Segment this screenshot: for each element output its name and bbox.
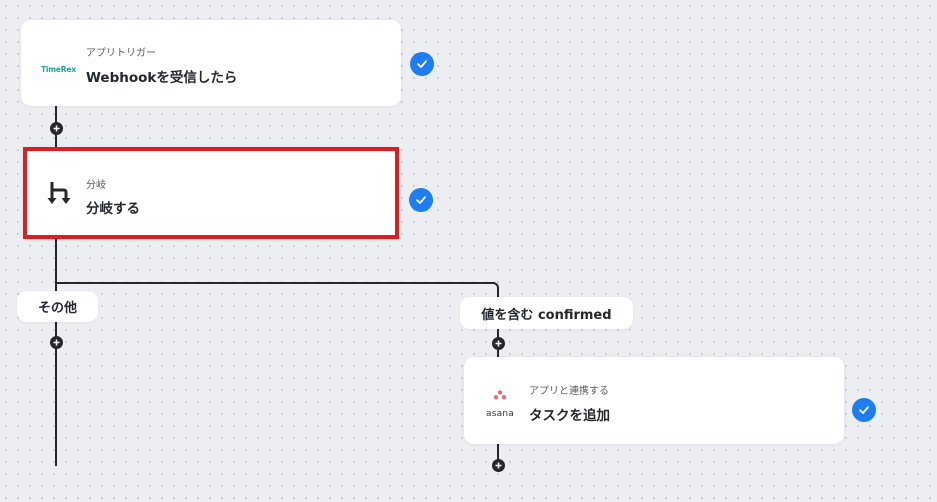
trigger-status-check-icon bbox=[410, 52, 434, 76]
trigger-title: Webhookを受信したら bbox=[86, 70, 238, 86]
asana-logo-text: asana bbox=[486, 409, 514, 419]
connector-branch-horizontal bbox=[55, 282, 495, 284]
branch-label-other[interactable]: その他 bbox=[17, 291, 98, 322]
branch-subtitle: 分岐 bbox=[86, 180, 106, 191]
add-step-plus-icon[interactable] bbox=[50, 122, 63, 135]
trigger-subtitle: アプリトリガー bbox=[86, 48, 156, 59]
action-title: タスクを追加 bbox=[529, 408, 610, 424]
add-step-after-action-plus-icon[interactable] bbox=[492, 459, 505, 472]
branch-label-contains-confirmed[interactable]: 値を含む confirmed bbox=[460, 297, 633, 329]
asana-logo: asana bbox=[482, 390, 518, 420]
branch-step-card[interactable]: 分岐 分岐する bbox=[23, 147, 399, 239]
timerex-logo: TimeRex bbox=[41, 57, 76, 76]
action-subtitle: アプリと連携する bbox=[529, 386, 609, 397]
branch-status-check-icon bbox=[409, 188, 433, 212]
action-step-card[interactable]: asana アプリと連携する タスクを追加 bbox=[464, 357, 844, 444]
trigger-step-card[interactable]: TimeRex アプリトリガー Webhookを受信したら bbox=[21, 20, 401, 106]
branch-icon bbox=[43, 179, 77, 211]
add-step-confirmed-plus-icon[interactable] bbox=[492, 337, 505, 350]
add-step-other-plus-icon[interactable] bbox=[50, 336, 63, 349]
connector-corner bbox=[489, 282, 499, 292]
timerex-logo-text: TimeRex bbox=[41, 65, 76, 74]
branch-title: 分岐する bbox=[86, 201, 140, 217]
connector-branch-left bbox=[55, 238, 57, 466]
action-status-check-icon bbox=[852, 398, 876, 422]
